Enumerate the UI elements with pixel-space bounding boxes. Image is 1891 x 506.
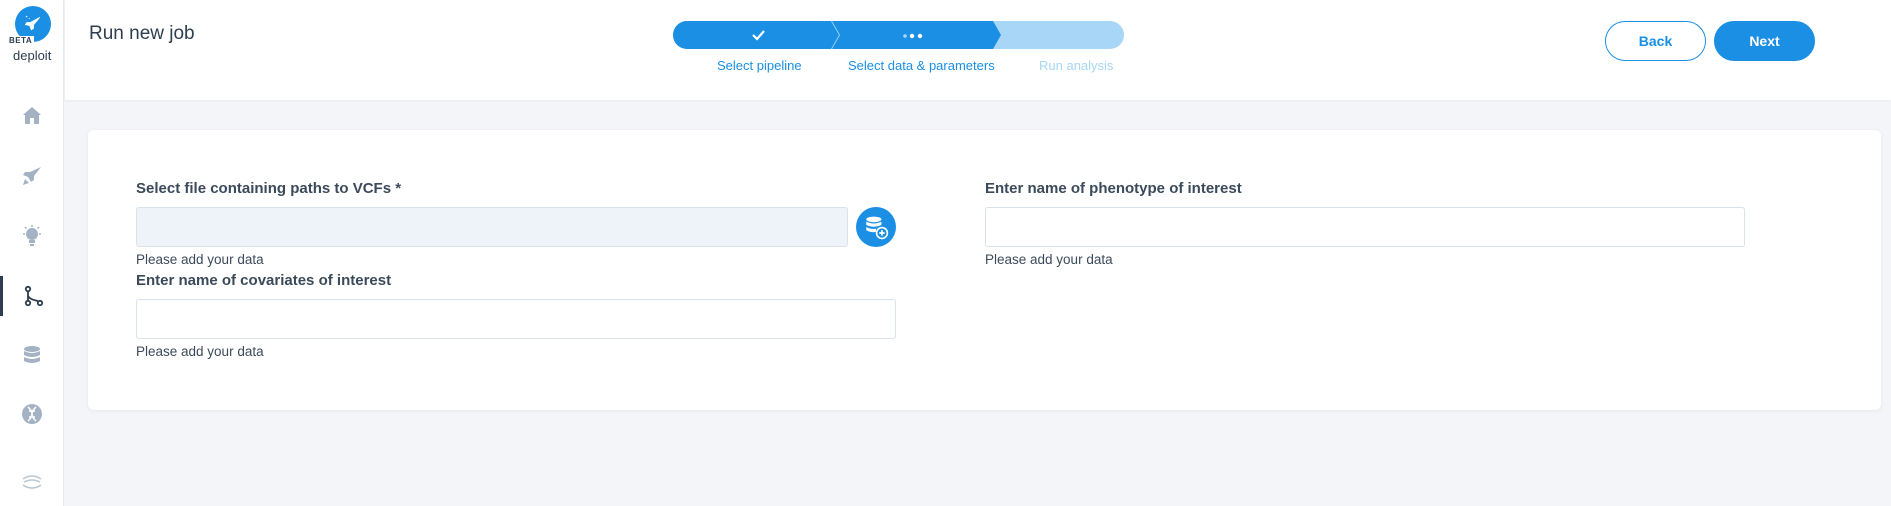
stepper-bar — [673, 21, 1124, 49]
page-title: Run new job — [89, 23, 195, 44]
step-label-run-analysis: Run analysis — [1039, 58, 1114, 73]
logo[interactable]: BETA deploit — [5, 4, 59, 66]
covariates-label: Enter name of covariates of interest — [136, 272, 392, 289]
beta-badge: BETA — [7, 36, 35, 45]
sidebar-item-public[interactable] — [0, 462, 64, 502]
home-icon — [23, 107, 41, 124]
phenotype-label: Enter name of phenotype of interest — [985, 180, 1242, 197]
next-button[interactable]: Next — [1714, 21, 1815, 61]
sidebar-item-ideas[interactable] — [0, 216, 64, 256]
stepper: Select pipeline Select data & parameters… — [673, 21, 1220, 73]
branch-icon — [24, 285, 43, 307]
step-label-select-data[interactable]: Select data & parameters — [848, 58, 995, 73]
database-icon — [24, 346, 40, 363]
sidebar-item-genomics[interactable] — [0, 394, 64, 434]
globe-icon — [22, 475, 42, 489]
covariates-hint: Please add your data — [136, 344, 264, 359]
step-label-select-pipeline[interactable]: Select pipeline — [717, 58, 802, 73]
sidebar-item-home[interactable] — [0, 96, 64, 136]
vcf-file-input[interactable] — [136, 207, 848, 247]
rocket-icon — [23, 167, 41, 185]
lightbulb-icon — [23, 225, 41, 246]
covariates-input[interactable] — [136, 299, 896, 339]
add-data-button[interactable] — [856, 207, 896, 247]
step-1-segment — [673, 21, 839, 49]
sidebar: BETA deploit — [0, 0, 64, 506]
sidebar-item-jobs[interactable] — [0, 276, 64, 316]
sidebar-item-pipelines[interactable] — [0, 156, 64, 196]
database-add-icon — [866, 216, 889, 240]
progress-dot — [909, 33, 915, 39]
progress-dot — [917, 33, 923, 39]
vcf-file-hint: Please add your data — [136, 252, 264, 267]
sidebar-item-data[interactable] — [0, 336, 64, 376]
logo-text: deploit — [13, 48, 52, 63]
phenotype-input[interactable] — [985, 207, 1745, 247]
back-button[interactable]: Back — [1605, 21, 1706, 61]
form-card: Select file containing paths to VCFs * P… — [88, 130, 1881, 410]
dna-icon — [22, 404, 42, 424]
vcf-file-label: Select file containing paths to VCFs * — [136, 180, 402, 197]
progress-dot — [903, 34, 907, 38]
step-2-segment — [832, 21, 1001, 49]
phenotype-hint: Please add your data — [985, 252, 1113, 267]
